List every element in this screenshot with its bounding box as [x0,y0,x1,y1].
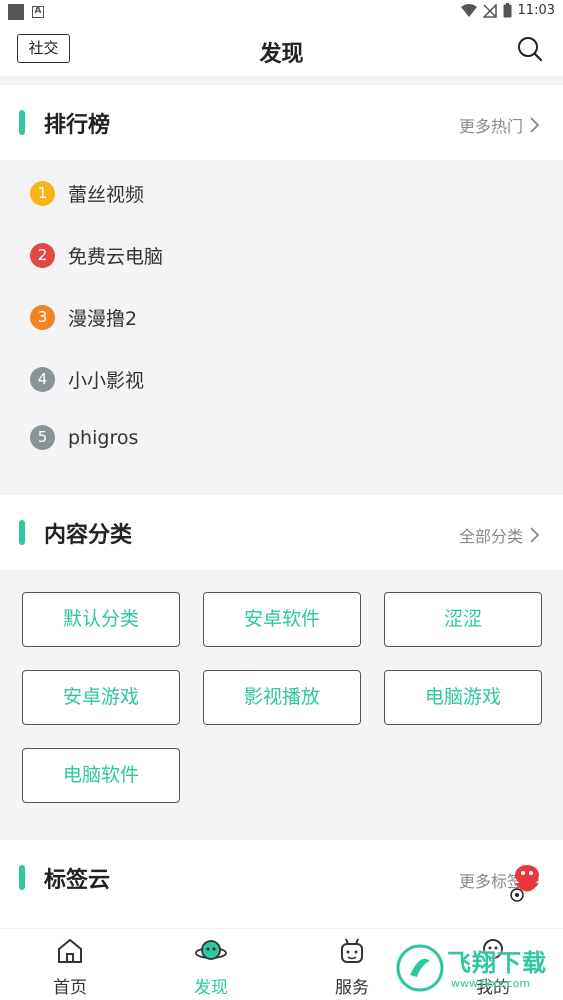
list-item[interactable]: 4 小小影视 [30,366,144,393]
all-categories-label: 全部分类 [458,527,523,546]
top-navigation-bar: 社交 发现 [0,24,563,76]
rank-badge: 5 [30,425,55,450]
tab-service-label: 服务 [335,978,369,998]
tag-cloud-title: 标签云 [44,868,111,893]
service-icon [341,938,363,963]
tab-home-label: 首页 [53,978,87,998]
category-grid: 默认分类 安卓软件 涩涩 安卓游戏 影视播放 电脑游戏 电脑软件 [0,570,563,842]
discover-icon [195,940,227,960]
chevron-right-icon [530,527,539,543]
watermark-url: www.fxxz.com [451,977,531,990]
category-button[interactable]: 电脑游戏 [384,670,542,725]
watermark-logo: 飞翔下载 www.fxxz.com [395,935,563,1000]
list-item[interactable]: 1 蕾丝视频 [30,180,144,207]
status-bar: A 11:03 [0,0,563,24]
ranking-title: 排行榜 [44,113,111,138]
rank-item-name: 蕾丝视频 [68,184,145,206]
rank-badge: 4 [30,367,55,392]
rank-item-name: phigros [68,426,139,449]
battery-icon [503,3,512,18]
tab-discover[interactable]: 发现 [171,937,251,998]
category-button[interactable]: 安卓游戏 [22,670,180,725]
category-button[interactable]: 安卓软件 [203,592,361,647]
chevron-right-icon [530,117,539,133]
list-item[interactable]: 5 phigros [30,425,138,450]
category-button[interactable]: 默认分类 [22,592,180,647]
list-item[interactable]: 2 免费云电脑 [30,242,163,269]
category-button[interactable]: 涩涩 [384,592,542,647]
tab-service[interactable]: 服务 [312,937,392,998]
tab-home[interactable]: 首页 [30,937,110,998]
tab-discover-label: 发现 [194,978,228,998]
more-hot-label: 更多热门 [458,117,523,136]
category-section: 内容分类 全部分类 默认分类 安卓软件 涩涩 安卓游戏 影视播放 电脑游戏 电脑… [0,495,563,842]
rank-badge: 1 [30,181,55,206]
watermark-icon [396,944,444,992]
rank-item-name: 漫漫撸2 [68,308,138,330]
ranking-list: 1 蕾丝视频 2 免费云电脑 3 漫漫撸2 4 小小影视 5 phigros [0,160,563,495]
category-button[interactable]: 电脑软件 [22,748,180,803]
rank-item-name: 小小影视 [68,370,145,392]
no-signal-icon [482,3,497,18]
app-notification-icon: A [32,6,44,18]
list-item[interactable]: 3 漫漫撸2 [30,304,137,331]
page-title: 发现 [259,42,304,67]
watermark-text: 飞翔下载 [447,949,547,977]
tag-cloud-section: 标签云 更多标签 [0,840,563,928]
rank-item-name: 免费云电脑 [68,246,164,268]
home-icon [58,939,82,963]
more-hot-link[interactable]: 更多热门 [459,113,539,137]
notification-icon [8,4,24,20]
section-accent-bar [19,520,25,545]
section-accent-bar [19,110,25,135]
section-accent-bar [19,865,25,890]
status-time: 11:03 [517,3,555,18]
wifi-icon [460,3,477,17]
rank-badge: 2 [30,243,55,268]
rank-badge: 3 [30,305,55,330]
category-button[interactable]: 影视播放 [203,670,361,725]
ranking-section: 排行榜 更多热门 1 蕾丝视频 2 免费云电脑 3 漫漫撸2 4 小小影视 5 … [0,85,563,495]
all-categories-link[interactable]: 全部分类 [459,523,539,547]
mascot-decoration-icon [510,865,539,902]
search-icon[interactable] [517,36,543,62]
category-title: 内容分类 [44,523,133,548]
